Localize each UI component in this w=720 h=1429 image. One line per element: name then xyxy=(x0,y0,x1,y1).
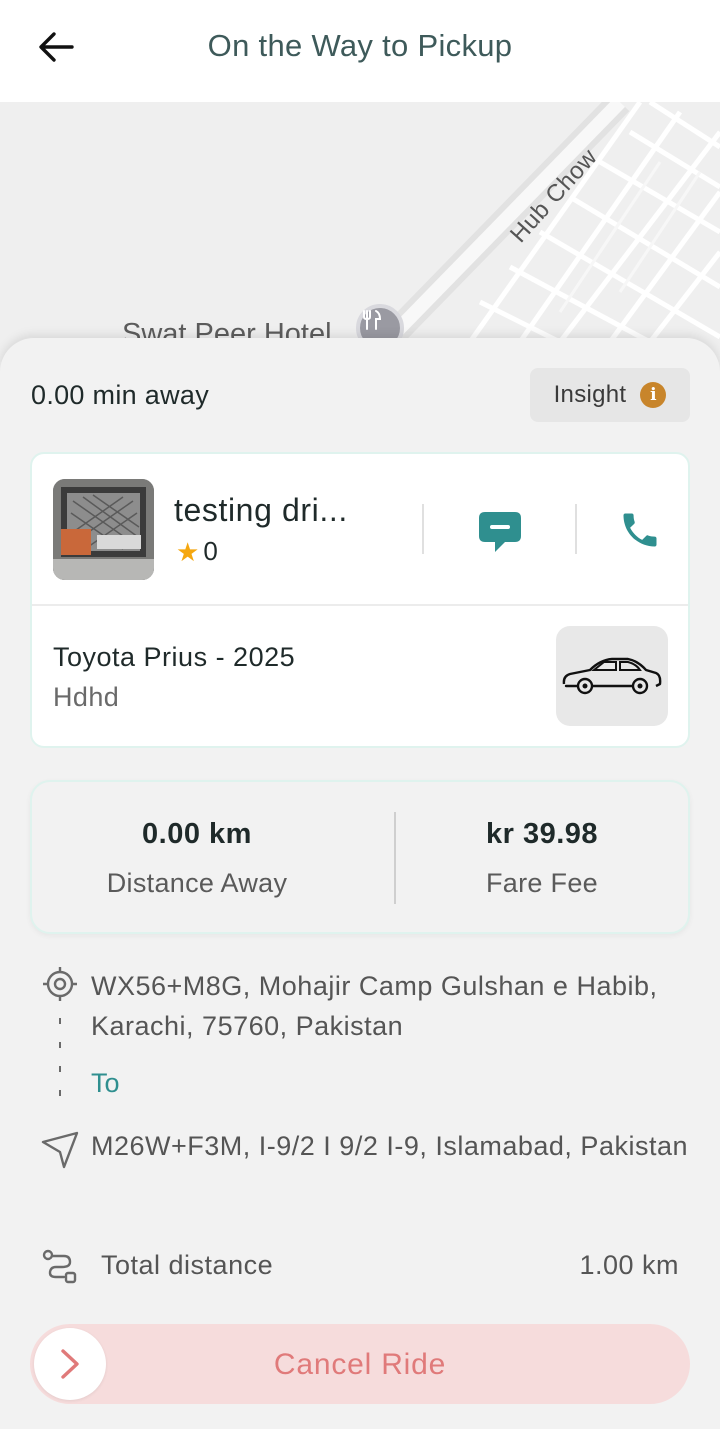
ride-details-sheet: 0.00 min away Insight i testing dri... ★ xyxy=(0,338,720,1429)
app-header: On the Way to Pickup xyxy=(0,0,720,102)
chat-icon xyxy=(479,512,521,552)
card-separator xyxy=(32,604,688,606)
insight-button[interactable]: Insight i xyxy=(530,368,690,422)
fare-label: Fare Fee xyxy=(486,868,598,898)
navigation-pin-icon xyxy=(41,1131,79,1169)
map-view[interactable]: Hub Chow Swat Peer Hotel xyxy=(0,102,720,362)
fare-stat: kr 39.98 Fare Fee xyxy=(377,782,707,932)
distance-value: 0.00 km xyxy=(142,818,252,850)
total-distance-value: 1.00 km xyxy=(579,1250,679,1280)
vehicle-model: Toyota Prius - 2025 xyxy=(53,642,296,672)
distance-stat: 0.00 km Distance Away xyxy=(32,782,362,932)
vehicle-icon-box xyxy=(556,626,668,726)
chat-button[interactable] xyxy=(472,504,528,560)
cancel-ride-label: Cancel Ride xyxy=(273,1348,447,1381)
cancel-ride-slider[interactable]: Cancel Ride xyxy=(30,1324,690,1404)
distance-label: Distance Away xyxy=(106,868,288,898)
to-label: To xyxy=(91,1068,120,1098)
phone-icon xyxy=(623,513,657,547)
driver-rating: ★ 0 xyxy=(176,536,218,567)
fare-value: kr 39.98 xyxy=(485,818,599,850)
route-icon xyxy=(42,1249,77,1284)
route-section: WX56+M8G, Mohajir Camp Gulshan e Habib, … xyxy=(0,958,720,1208)
divider xyxy=(422,504,424,554)
location-target-icon xyxy=(43,967,77,1001)
total-distance-label: Total distance xyxy=(101,1250,274,1280)
driver-name: testing dri... xyxy=(174,492,348,528)
insight-label: Insight xyxy=(553,381,627,408)
dropoff-address: M26W+F3M, I-9/2 I 9/2 I-9, Islamabad, Pa… xyxy=(91,1131,688,1161)
trip-stats-card: 0.00 km Distance Away kr 39.98 Fare Fee xyxy=(30,780,690,934)
driver-avatar xyxy=(53,479,154,580)
driver-photo-image xyxy=(53,479,154,580)
pickup-address: WX56+M8G, Mohajir Camp Gulshan e Habib, … xyxy=(91,971,658,1041)
rating-value: 0 xyxy=(203,536,218,566)
info-icon: i xyxy=(640,382,667,408)
eta-text: 0.00 min away xyxy=(31,380,209,410)
call-button[interactable] xyxy=(612,502,668,558)
route-connector xyxy=(58,1018,62,1096)
total-distance-row: Total distance 1.00 km xyxy=(0,1246,720,1290)
divider xyxy=(575,504,577,554)
page-title: On the Way to Pickup xyxy=(207,28,513,63)
restaurant-icon xyxy=(363,310,382,330)
star-icon: ★ xyxy=(176,536,200,567)
car-icon xyxy=(562,657,662,695)
vehicle-plate: Hdhd xyxy=(53,682,120,712)
driver-card: testing dri... ★ 0 Toyota Prius - 2025 H… xyxy=(30,452,690,748)
